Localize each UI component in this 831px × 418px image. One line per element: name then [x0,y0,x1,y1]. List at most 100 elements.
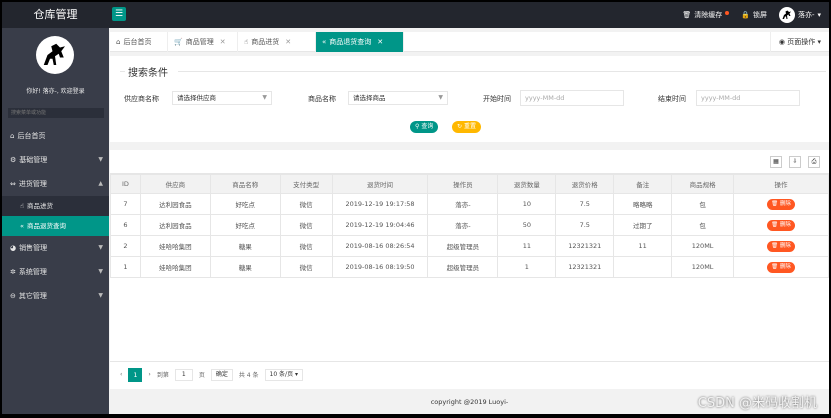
top-header: 仓库管理 ☰ 🗑 清除缓存 🔒 锁屏 落亦- ▾ [2,2,829,28]
col-header: 退货数量 [497,174,557,194]
table-cell: 1 [497,256,557,278]
table-cell: 11 [613,235,673,257]
hand-icon: ☝ [20,202,24,210]
base-icon: ⚙ [10,156,17,164]
start-time-input[interactable]: yyyy-MM-dd [520,90,624,106]
table-cell: 2019-08-16 08:19:50 [331,256,429,278]
table-cell: 6 [110,214,141,236]
table-cell: 包 [671,193,735,215]
table-row: 6 达利园食品 好吃点 微信 2019-12-19 19:04:46 落亦- 50 7.5 过期… [110,214,829,236]
sidebar-item-purchase[interactable]: ⇔ 进货管理 ▲ [2,172,109,196]
page-size-select[interactable]: 10 条/页 ▾ [264,368,304,381]
table-cell: 120ML [671,235,735,257]
chevron-down-icon: ▼ [262,94,267,101]
search-button[interactable]: ⚲ 查询 [410,121,439,133]
table-cell: 达利园食品 [139,193,211,215]
avatar [36,36,74,74]
table-cell: 娃哈哈集团 [139,256,211,278]
delete-button[interactable]: 🗑 删除 [767,219,795,231]
close-icon[interactable]: ✕ [285,32,291,52]
table-cell: 好吃点 [209,193,281,215]
main-content: 搜索条件 供应商名称 请选择供应商 ▼ 商品名称 请选择商品 ▼ 开始时间 yy… [110,56,829,389]
table-cell: 糖果 [209,256,281,278]
page-number-current[interactable]: 1 [128,367,143,382]
table-cell: 7.5 [555,193,615,215]
col-header: 商品名称 [209,174,281,194]
welcome-text: 你好! 落亦-, 欢迎登录 [26,88,85,95]
table-cell: 过期了 [613,214,673,236]
table-cell: 7 [110,193,141,215]
notification-dot [725,10,730,15]
menu-search-input[interactable] [8,108,104,118]
chevron-down-icon: ▼ [98,268,103,275]
home-icon: ⌂ [10,132,15,140]
table-cell: 12321321 [555,235,615,257]
tab-goods[interactable]: 🛒 商品管理 ✕ [168,32,238,52]
table-cell: 微信 [279,214,333,236]
tab-return-query[interactable]: « 商品退货查询 ✕ [316,32,404,52]
delete-button[interactable]: 🗑 删除 [767,261,795,273]
chevron-down-icon: ▼ [98,292,103,299]
print-icon[interactable]: ⎙ [808,156,820,168]
goto-confirm-button[interactable]: 确定 [210,368,233,381]
delete-button[interactable]: 🗑 删除 [767,198,795,210]
tab-home[interactable]: ⌂ 后台首页 [110,32,168,52]
chevron-up-icon: ▲ [98,180,103,187]
other-icon: ⊖ [10,292,16,300]
sidebar-item-base[interactable]: ⚙ 基础管理 ▼ [2,148,109,172]
page-ops-dropdown[interactable]: ◉ 页面操作 ▾ [769,32,829,52]
chevron-down-icon: ▼ [98,156,103,163]
provider-label: 供应商名称 [124,95,159,103]
reset-button[interactable]: ↻ 重置 [452,121,481,133]
table-cell-actions: 🗑 删除 [733,256,829,278]
trash-icon: 🗑 [771,221,780,228]
delete-button[interactable]: 🗑 删除 [767,240,795,252]
prev-page-icon[interactable]: ‹ [120,371,122,378]
next-page-icon[interactable]: › [148,371,150,378]
close-icon[interactable]: ✕ [220,32,226,52]
table-cell: 微信 [279,235,333,257]
table-cell: 娃哈哈集团 [139,235,211,257]
user-menu[interactable]: 落亦- ▾ [778,7,821,23]
trash-icon: 🗑 [771,242,780,249]
double-left-icon: « [322,38,327,46]
lock-icon: 🔒 [741,11,750,19]
sidebar-subitem-purchase[interactable]: ☝ 商品进货 [2,196,109,216]
table-cell: 落亦- [427,193,499,215]
close-icon[interactable]: ✕ [377,32,383,52]
avatar [778,7,795,23]
circle-dot-icon: ◉ [778,38,786,46]
col-header: 操作 [733,174,829,194]
total-count: 共 4 条 [238,372,259,379]
end-time-input[interactable]: yyyy-MM-dd [696,90,800,106]
app-logo: 仓库管理 [33,8,78,21]
clear-cache-button[interactable]: 🗑 清除缓存 [682,10,730,20]
provider-select[interactable]: 请选择供应商 ▼ [172,91,272,105]
col-header: ID [110,174,141,194]
sidebar-subitem-return-query[interactable]: « 商品退货查询 [2,216,109,236]
menu-toggle-button[interactable]: ☰ [112,7,126,21]
purchase-icon: ⇔ [10,180,16,188]
col-header: 商品规格 [671,174,735,194]
goto-page-input[interactable]: 1 [174,368,193,381]
system-icon: ✲ [10,268,16,276]
sidebar-item-sales[interactable]: ◕ 销售管理 ▼ [2,236,109,260]
home-icon: ⌂ [116,38,121,46]
hand-icon: ☝ [244,38,249,46]
return-table: ID 供应商 商品名称 支付类型 退货时间 操作员 退货数量 退货价格 备注 商… [110,174,829,278]
watermark: CSDN @米码收割机 [697,396,817,411]
sidebar-item-system[interactable]: ✲ 系统管理 ▼ [2,260,109,284]
table-cell: 1 [110,256,141,278]
export-icon[interactable]: ⇩ [789,156,801,168]
tab-purchase[interactable]: ☝ 商品进货 ✕ [238,32,316,52]
lock-screen-button[interactable]: 🔒 锁屏 [741,10,767,20]
columns-icon[interactable]: ▦ [770,156,782,168]
cart-icon: 🛒 [174,38,183,46]
sidebar-item-home[interactable]: ⌂ 后台首页 [2,124,109,148]
table-cell: 2 [110,235,141,257]
table-cell [613,256,673,278]
table-cell: 2019-12-19 19:17:58 [331,193,429,215]
sidebar-item-other[interactable]: ⊖ 其它管理 ▼ [2,284,109,308]
table-cell: 糖果 [209,235,281,257]
goods-select[interactable]: 请选择商品 ▼ [348,91,448,105]
